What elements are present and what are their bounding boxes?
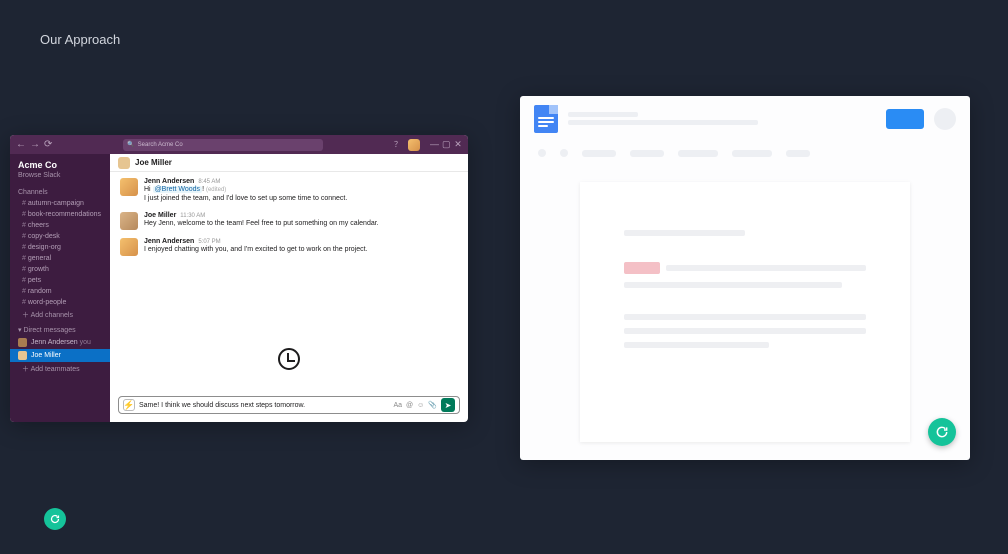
- toolbar-item[interactable]: [678, 150, 718, 157]
- mention-icon[interactable]: @: [406, 402, 413, 409]
- message-author: Jenn Andersen: [144, 178, 194, 185]
- docs-page[interactable]: [580, 182, 910, 442]
- dm-label[interactable]: Direct messages: [10, 322, 110, 336]
- format-icon[interactable]: Aa: [393, 402, 402, 409]
- slack-window: ← → ⟳ 🔍 Search Acme Co ？ — ▢ ✕ Acme Co B…: [10, 135, 468, 422]
- doc-text-line: [624, 282, 842, 288]
- dm-joe-miller[interactable]: Joe Miller: [10, 349, 110, 362]
- channel-pets[interactable]: pets: [10, 275, 110, 286]
- docs-title-skeleton: [568, 109, 876, 128]
- send-button[interactable]: ➤: [441, 398, 455, 412]
- grammarly-icon[interactable]: [928, 418, 956, 446]
- channel-book-recommendations[interactable]: book-recommendations: [10, 209, 110, 220]
- toolbar-item[interactable]: [732, 150, 772, 157]
- search-placeholder: Search Acme Co: [138, 142, 183, 148]
- toolbar-item[interactable]: [786, 150, 810, 157]
- channel-cheers[interactable]: cheers: [10, 220, 110, 231]
- emoji-icon[interactable]: ☺: [417, 402, 424, 409]
- message-avatar: [120, 178, 138, 196]
- docs-toolbar: [520, 141, 970, 165]
- doc-text-line: [624, 342, 769, 348]
- channel-avatar: [118, 157, 130, 169]
- add-teammates[interactable]: ＋ Add teammates: [10, 362, 110, 376]
- doc-text-line: [624, 230, 745, 236]
- slack-main: Joe Miller Jenn Andersen8:45 AMHi @Brett…: [110, 154, 468, 422]
- page-title: Our Approach: [40, 32, 120, 47]
- minimize-button[interactable]: —: [430, 140, 438, 149]
- window-controls: — ▢ ✕: [430, 140, 462, 149]
- message-author: Joe Miller: [144, 212, 176, 219]
- dm-avatar: [18, 338, 27, 347]
- help-icon[interactable]: ？: [394, 139, 402, 150]
- message-avatar: [120, 212, 138, 230]
- channel-random[interactable]: random: [10, 286, 110, 297]
- composer-input[interactable]: ⚡ Same! I think we should discuss next s…: [118, 396, 460, 414]
- loading-clock-icon: [278, 348, 300, 370]
- message: Joe Miller 11:30 AMHey Jenn, welcome to t…: [120, 212, 458, 230]
- add-channels[interactable]: ＋ Add channels: [10, 308, 110, 322]
- toolbar-item[interactable]: [630, 150, 664, 157]
- composer: ⚡ Same! I think we should discuss next s…: [110, 390, 468, 422]
- search-input[interactable]: 🔍 Search Acme Co: [123, 139, 323, 151]
- docs-app-icon[interactable]: [534, 105, 558, 133]
- dm-jenn-andersen[interactable]: Jenn Andersen you: [10, 336, 110, 349]
- share-button[interactable]: [886, 109, 924, 129]
- browse-slack[interactable]: Browse Slack: [10, 172, 110, 185]
- channel-name: Joe Miller: [135, 158, 172, 167]
- paperclip-icon[interactable]: 📎: [428, 401, 437, 409]
- toolbar-item[interactable]: [582, 150, 616, 157]
- channel-design-org[interactable]: design-org: [10, 242, 110, 253]
- message-text: Hi @Brett Woods! (edited): [144, 185, 347, 194]
- message: Jenn Andersen8:45 AMHi @Brett Woods! (ed…: [120, 178, 458, 204]
- message-author: Jenn Andersen: [144, 238, 194, 245]
- message-time: 11:30 AM: [180, 213, 205, 219]
- slack-sidebar: Acme Co Browse Slack Channels autumn-cam…: [10, 154, 110, 422]
- message-text: I just joined the team, and I'd love to …: [144, 194, 347, 203]
- user-avatar[interactable]: [408, 139, 420, 151]
- user-avatar[interactable]: [934, 108, 956, 130]
- message: Jenn Andersen 5:07 PMI enjoyed chatting w…: [120, 238, 458, 256]
- message-text: I enjoyed chatting with you, and I'm exc…: [144, 245, 368, 254]
- maximize-button[interactable]: ▢: [442, 140, 450, 149]
- channels-label: Channels: [10, 185, 110, 198]
- channel-header: Joe Miller: [110, 154, 468, 172]
- doc-text-line: [666, 265, 866, 271]
- message-avatar: [120, 238, 138, 256]
- close-button[interactable]: ✕: [454, 140, 462, 149]
- toolbar-item[interactable]: [538, 149, 546, 157]
- channel-growth[interactable]: growth: [10, 264, 110, 275]
- dm-avatar: [18, 351, 27, 360]
- back-icon[interactable]: ←: [16, 139, 26, 150]
- doc-text-line: [624, 314, 866, 320]
- doc-highlight: [624, 262, 660, 274]
- attach-button[interactable]: ⚡: [123, 399, 135, 411]
- composer-text[interactable]: Same! I think we should discuss next ste…: [139, 402, 389, 409]
- message-text: Hey Jenn, welcome to the team! Feel free…: [144, 219, 379, 228]
- grammarly-corner-icon[interactable]: [44, 508, 66, 530]
- slack-titlebar: ← → ⟳ 🔍 Search Acme Co ？ — ▢ ✕: [10, 135, 468, 154]
- search-icon: 🔍: [127, 141, 134, 148]
- toolbar-item[interactable]: [560, 149, 568, 157]
- doc-text-line: [624, 328, 866, 334]
- channel-copy-desk[interactable]: copy-desk: [10, 231, 110, 242]
- channel-word-people[interactable]: word-people: [10, 297, 110, 308]
- message-list: Jenn Andersen8:45 AMHi @Brett Woods! (ed…: [110, 172, 468, 390]
- message-time: 5:07 PM: [198, 239, 220, 245]
- docs-window: [520, 96, 970, 460]
- docs-header: [520, 96, 970, 141]
- channel-general[interactable]: general: [10, 253, 110, 264]
- nav-arrows[interactable]: ← → ⟳: [16, 139, 52, 150]
- channel-autumn-campaign[interactable]: autumn-campaign: [10, 198, 110, 209]
- history-icon[interactable]: ⟳: [44, 139, 52, 150]
- workspace-name[interactable]: Acme Co: [10, 154, 110, 172]
- forward-icon[interactable]: →: [30, 139, 40, 150]
